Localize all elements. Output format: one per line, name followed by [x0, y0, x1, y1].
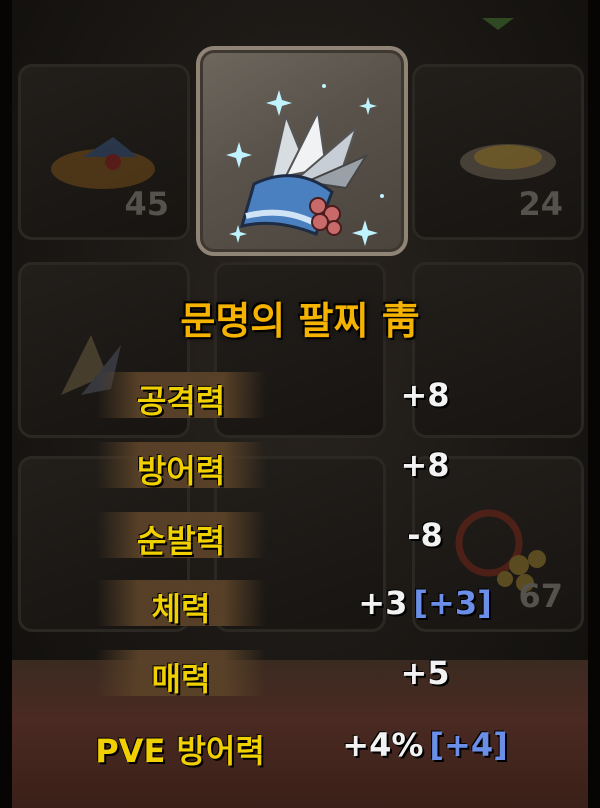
stat-bonus: [+4] [429, 726, 508, 764]
stat-value: -8 [407, 516, 443, 554]
bracelet-icon [226, 84, 384, 246]
stat-value-defense: +8 [300, 446, 550, 484]
item-name-title: 문명의 팔찌 靑 [180, 299, 420, 343]
stat-value: +3 [358, 584, 408, 622]
dish-icon [460, 144, 556, 180]
stat-value: +4% [342, 726, 424, 764]
stat-value-charm: +5 [300, 654, 550, 692]
stat-value-stamina: +3 [+3] [300, 584, 550, 622]
scroll-arrow-icon[interactable] [482, 18, 514, 30]
item-count: 45 [124, 185, 169, 223]
stat-value: +5 [400, 654, 450, 692]
stat-label-defense: 방어력 [136, 452, 226, 490]
stat-label-attack: 공격력 [136, 382, 226, 420]
stat-label-stamina: 체력 [151, 590, 211, 628]
stat-bonus: [+3] [413, 584, 492, 622]
stat-label-charm: 매력 [151, 660, 211, 698]
stat-label-agility: 순발력 [136, 522, 226, 560]
panel-right-border [588, 0, 600, 808]
inventory-slot-selected[interactable] [196, 46, 408, 256]
stat-value-pve-defense: +4% [+4] [300, 726, 550, 764]
stat-value: +8 [400, 446, 450, 484]
inventory-slot[interactable]: 24 [412, 64, 584, 240]
item-count: 24 [518, 185, 563, 223]
inventory-slot[interactable]: 45 [18, 64, 190, 240]
stat-value-attack: +8 [300, 376, 550, 414]
stat-label-pve-defense: PVE 방어력 [95, 732, 265, 770]
panel-left-border [0, 0, 12, 808]
stat-value: +8 [400, 376, 450, 414]
stat-value-agility: -8 [300, 516, 550, 554]
